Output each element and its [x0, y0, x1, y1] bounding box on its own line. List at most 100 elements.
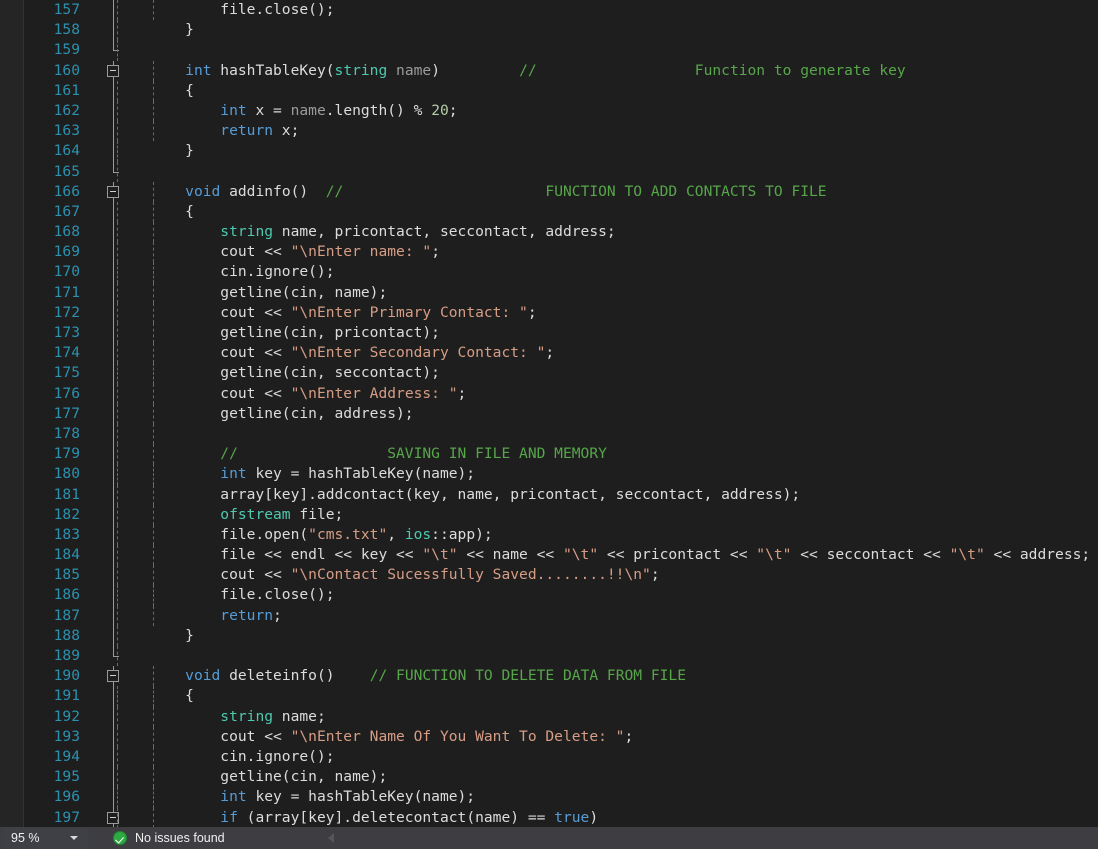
- code-token: string: [220, 223, 274, 241]
- code-token: name: [290, 101, 326, 119]
- outline-region-end: [113, 656, 119, 657]
- issues-status-group[interactable]: No issues found: [113, 827, 225, 849]
- zoom-level-value: 95 %: [11, 831, 40, 845]
- outlining-column[interactable]: [104, 181, 124, 202]
- outlining-column[interactable]: [104, 282, 124, 303]
- line-number: 162: [53, 101, 80, 119]
- outlining-column[interactable]: [104, 646, 124, 666]
- outline-guide-line: [113, 625, 114, 646]
- outlining-column[interactable]: [104, 767, 124, 788]
- selection-margin[interactable]: [0, 0, 24, 827]
- outlining-column[interactable]: [104, 20, 124, 41]
- code-token: //: [220, 445, 238, 463]
- outline-guide-line: [113, 282, 114, 303]
- code-line-text: file.close();: [150, 585, 334, 605]
- outline-guide-line: [113, 100, 114, 122]
- outlining-column[interactable]: [104, 60, 124, 81]
- outlining-column[interactable]: [104, 444, 124, 465]
- outlining-column[interactable]: [104, 524, 124, 546]
- outlining-column[interactable]: [104, 40, 124, 60]
- code-line-text: file.open("cms.txt", ios::app);: [150, 525, 492, 545]
- code-line-text: cout << "\nEnter Name Of You Want To Del…: [150, 727, 633, 747]
- outlining-column[interactable]: [104, 363, 124, 384]
- code-token: ;: [448, 101, 458, 119]
- outlining-column[interactable]: [104, 161, 124, 182]
- outlining-column[interactable]: [104, 80, 124, 101]
- outlining-column[interactable]: [104, 504, 124, 525]
- code-line-text: cin.ignore();: [150, 747, 334, 767]
- outline-guide-line: [113, 423, 114, 445]
- code-line-text: // SAVING IN FILE AND MEMORY: [150, 444, 607, 464]
- code-text-area[interactable]: 157 file.close(); 158 } 159 160 int hashTab…: [24, 0, 1098, 827]
- indent-guide: [117, 343, 118, 364]
- outlining-column[interactable]: [104, 666, 124, 687]
- line-number: 161: [53, 81, 80, 99]
- outlining-column[interactable]: [104, 706, 124, 727]
- line-number: 157: [53, 1, 80, 18]
- outlining-column[interactable]: [104, 605, 124, 626]
- code-token: file << endl << key <<: [150, 546, 423, 564]
- code-token: {: [150, 202, 194, 220]
- outlining-column[interactable]: [104, 787, 124, 808]
- outlining-column[interactable]: [104, 807, 124, 827]
- outlining-column[interactable]: [104, 585, 124, 606]
- indent-guide: [117, 646, 118, 667]
- outline-guide-line: [113, 726, 114, 747]
- code-line-text: int key = hashTableKey(name);: [150, 787, 475, 807]
- code-line-text: return;: [150, 606, 282, 626]
- code-token: .length() %: [325, 101, 432, 119]
- outlining-column[interactable]: [104, 403, 124, 424]
- line-number: 170: [53, 263, 80, 281]
- code-line-text: getline(cin, seccontact);: [150, 363, 440, 383]
- outlining-column[interactable]: [104, 302, 124, 323]
- outlining-column[interactable]: [104, 565, 124, 586]
- code-token: ;: [624, 727, 634, 745]
- code-line-text: file << endl << key << "\t" << name << "…: [150, 545, 1090, 565]
- outlining-column[interactable]: [104, 0, 124, 21]
- outlining-column[interactable]: [104, 100, 124, 122]
- outlining-column[interactable]: [104, 141, 124, 162]
- code-token: "\t": [756, 546, 792, 564]
- triangle-left-icon[interactable]: [328, 833, 334, 843]
- outlining-column[interactable]: [104, 464, 124, 485]
- code-token: x;: [273, 122, 300, 140]
- collapse-region-icon[interactable]: [107, 670, 119, 683]
- code-line-text: cout << "\nEnter Secondary Contact: ";: [150, 343, 554, 363]
- code-token: << seccontact <<: [791, 546, 950, 564]
- outlining-column[interactable]: [104, 383, 124, 404]
- outlining-column[interactable]: [104, 726, 124, 747]
- outlining-column[interactable]: [104, 686, 124, 707]
- outlining-column[interactable]: [104, 423, 124, 445]
- code-token: ): [589, 808, 599, 826]
- outline-guide-line: [113, 444, 114, 465]
- collapse-region-icon[interactable]: [107, 185, 119, 198]
- outlining-column[interactable]: [104, 484, 124, 505]
- outlining-column[interactable]: [104, 242, 124, 263]
- outline-region-end: [113, 50, 119, 52]
- outlining-column[interactable]: [104, 625, 124, 646]
- code-token: getline(cin, pricontact);: [150, 324, 440, 341]
- outlining-column[interactable]: [104, 343, 124, 364]
- outlining-column[interactable]: [104, 121, 124, 142]
- line-number: 191: [53, 687, 80, 705]
- code-token: cout <<: [150, 566, 291, 584]
- code-token: return: [220, 122, 274, 140]
- chevron-down-icon[interactable]: [70, 836, 78, 840]
- outlining-column[interactable]: [104, 222, 124, 243]
- outline-guide-line: [113, 262, 114, 283]
- outline-guide-line: [113, 464, 114, 485]
- zoom-level-combobox[interactable]: 95 %: [4, 827, 88, 849]
- code-line-text: void addinfo() // FUNCTION TO ADD CONTAC…: [150, 182, 826, 202]
- code-token: ;: [273, 606, 282, 624]
- line-number: 193: [53, 727, 80, 745]
- outlining-column[interactable]: [104, 545, 124, 566]
- outline-guide-line: [113, 121, 114, 142]
- outlining-column[interactable]: [104, 746, 124, 768]
- outlining-column[interactable]: [104, 201, 124, 223]
- collapse-region-icon[interactable]: [107, 64, 119, 77]
- outlining-column[interactable]: [104, 262, 124, 283]
- outlining-column[interactable]: [104, 323, 124, 344]
- indent-guide: [117, 20, 118, 41]
